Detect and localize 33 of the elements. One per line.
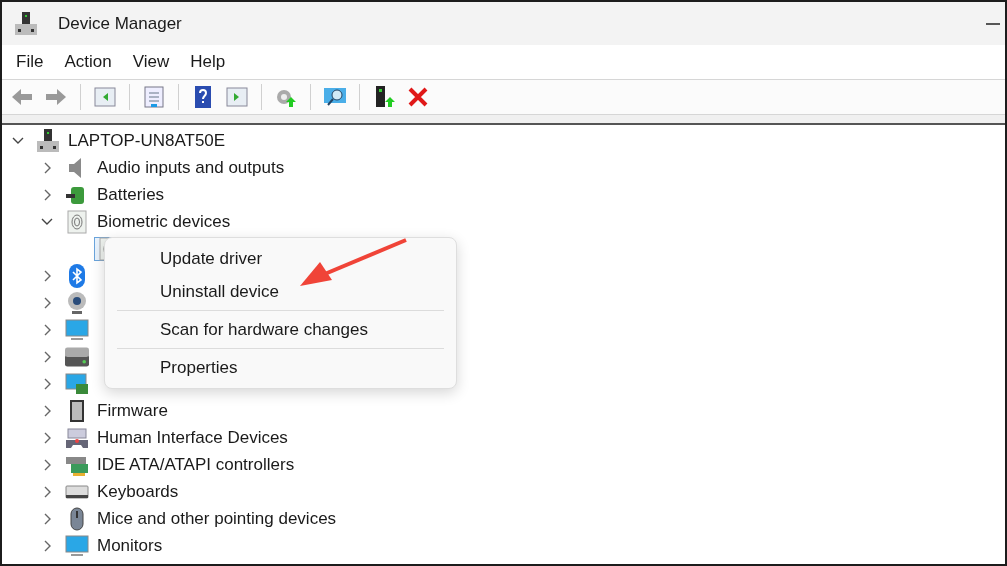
computer-icon bbox=[14, 11, 38, 36]
tree-item-label[interactable]: IDE ATA/ATAPI controllers bbox=[97, 454, 295, 475]
context-menu-item[interactable]: Uninstall device bbox=[105, 275, 456, 308]
context-menu-item[interactable]: Update driver bbox=[105, 242, 456, 275]
close-x-icon bbox=[406, 85, 430, 109]
monitor-icon bbox=[65, 533, 89, 558]
webcam-icon bbox=[65, 290, 89, 315]
tree-item-label[interactable]: Batteries bbox=[97, 184, 165, 205]
tree-item-label[interactable]: Mice and other pointing devices bbox=[97, 508, 337, 529]
window-title: Device Manager bbox=[58, 13, 182, 34]
disk-drive-icon bbox=[65, 344, 89, 369]
context-menu-item[interactable]: Properties bbox=[105, 351, 456, 384]
menu-item[interactable]: Action bbox=[64, 52, 112, 72]
tree-item-label[interactable]: Monitors bbox=[97, 535, 163, 556]
menu-item[interactable]: Help bbox=[190, 52, 226, 72]
computer-icon bbox=[36, 128, 60, 153]
fingerprint-icon bbox=[65, 209, 89, 234]
panel-icon bbox=[225, 85, 249, 109]
tree-item-label[interactable]: Human Interface Devices bbox=[97, 427, 288, 448]
tree-item-label[interactable]: Firmware bbox=[97, 400, 168, 421]
minimize-icon[interactable] bbox=[985, 20, 1001, 28]
keyboard-gamepad-icon bbox=[65, 425, 89, 450]
tree-item-label[interactable]: LAPTOP-UN8AT50E bbox=[68, 130, 226, 151]
monitor-icon bbox=[65, 317, 89, 342]
tree-item-label[interactable]: Biometric devices bbox=[97, 211, 231, 232]
context-menu-item[interactable]: Scan for hardware changes bbox=[105, 313, 456, 346]
panel-icon bbox=[93, 85, 117, 109]
display-adapter-icon bbox=[65, 371, 89, 396]
tree-item-label[interactable]: Keyboards bbox=[97, 481, 179, 502]
tree-item-label[interactable]: Audio inputs and outputs bbox=[97, 157, 285, 178]
menu-item[interactable]: File bbox=[16, 52, 44, 72]
properties-sheet-icon bbox=[142, 85, 166, 109]
menu-item[interactable]: View bbox=[132, 52, 170, 72]
